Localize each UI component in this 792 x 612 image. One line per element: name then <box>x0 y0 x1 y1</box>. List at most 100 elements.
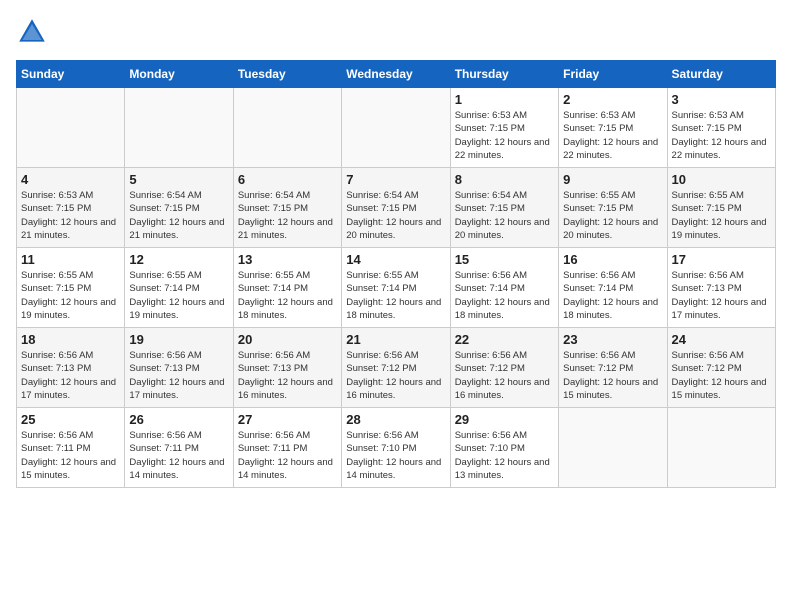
day-number: 23 <box>563 332 662 347</box>
day-info: Sunrise: 6:56 AMSunset: 7:14 PMDaylight:… <box>455 269 554 322</box>
day-number: 10 <box>672 172 771 187</box>
calendar-cell: 5 Sunrise: 6:54 AMSunset: 7:15 PMDaylight… <box>125 168 233 248</box>
calendar-cell: 3 Sunrise: 6:53 AMSunset: 7:15 PMDaylight… <box>667 88 775 168</box>
day-number: 6 <box>238 172 337 187</box>
day-number: 12 <box>129 252 228 267</box>
day-number: 3 <box>672 92 771 107</box>
calendar-cell: 19 Sunrise: 6:56 AMSunset: 7:13 PMDayligh… <box>125 328 233 408</box>
day-info: Sunrise: 6:56 AMSunset: 7:10 PMDaylight:… <box>455 429 554 482</box>
calendar-cell: 25 Sunrise: 6:56 AMSunset: 7:11 PMDayligh… <box>17 408 125 488</box>
day-info: Sunrise: 6:54 AMSunset: 7:15 PMDaylight:… <box>129 189 228 242</box>
column-header-friday: Friday <box>559 61 667 88</box>
day-info: Sunrise: 6:54 AMSunset: 7:15 PMDaylight:… <box>346 189 445 242</box>
day-info: Sunrise: 6:53 AMSunset: 7:15 PMDaylight:… <box>563 109 662 162</box>
calendar-cell: 15 Sunrise: 6:56 AMSunset: 7:14 PMDayligh… <box>450 248 558 328</box>
day-number: 18 <box>21 332 120 347</box>
day-number: 17 <box>672 252 771 267</box>
calendar-cell: 2 Sunrise: 6:53 AMSunset: 7:15 PMDaylight… <box>559 88 667 168</box>
day-number: 22 <box>455 332 554 347</box>
calendar-cell: 27 Sunrise: 6:56 AMSunset: 7:11 PMDayligh… <box>233 408 341 488</box>
day-number: 9 <box>563 172 662 187</box>
day-info: Sunrise: 6:55 AMSunset: 7:14 PMDaylight:… <box>238 269 337 322</box>
calendar-cell <box>125 88 233 168</box>
day-number: 20 <box>238 332 337 347</box>
column-header-tuesday: Tuesday <box>233 61 341 88</box>
day-info: Sunrise: 6:53 AMSunset: 7:15 PMDaylight:… <box>21 189 120 242</box>
day-number: 5 <box>129 172 228 187</box>
day-info: Sunrise: 6:56 AMSunset: 7:13 PMDaylight:… <box>21 349 120 402</box>
day-info: Sunrise: 6:53 AMSunset: 7:15 PMDaylight:… <box>455 109 554 162</box>
week-row-5: 25 Sunrise: 6:56 AMSunset: 7:11 PMDayligh… <box>17 408 776 488</box>
day-info: Sunrise: 6:56 AMSunset: 7:11 PMDaylight:… <box>21 429 120 482</box>
calendar-cell <box>342 88 450 168</box>
day-info: Sunrise: 6:56 AMSunset: 7:13 PMDaylight:… <box>672 269 771 322</box>
day-number: 1 <box>455 92 554 107</box>
day-number: 11 <box>21 252 120 267</box>
calendar-cell: 13 Sunrise: 6:55 AMSunset: 7:14 PMDayligh… <box>233 248 341 328</box>
column-header-saturday: Saturday <box>667 61 775 88</box>
day-info: Sunrise: 6:56 AMSunset: 7:11 PMDaylight:… <box>129 429 228 482</box>
calendar-cell: 29 Sunrise: 6:56 AMSunset: 7:10 PMDayligh… <box>450 408 558 488</box>
logo <box>16 16 52 48</box>
day-info: Sunrise: 6:55 AMSunset: 7:15 PMDaylight:… <box>21 269 120 322</box>
day-number: 4 <box>21 172 120 187</box>
day-info: Sunrise: 6:56 AMSunset: 7:12 PMDaylight:… <box>455 349 554 402</box>
calendar-cell: 26 Sunrise: 6:56 AMSunset: 7:11 PMDayligh… <box>125 408 233 488</box>
day-info: Sunrise: 6:55 AMSunset: 7:15 PMDaylight:… <box>563 189 662 242</box>
calendar-cell: 9 Sunrise: 6:55 AMSunset: 7:15 PMDaylight… <box>559 168 667 248</box>
day-info: Sunrise: 6:55 AMSunset: 7:14 PMDaylight:… <box>129 269 228 322</box>
calendar-cell: 20 Sunrise: 6:56 AMSunset: 7:13 PMDayligh… <box>233 328 341 408</box>
calendar-cell: 28Sunrise: 6:56 AMSunset: 7:10 PMDayligh… <box>342 408 450 488</box>
day-info: Sunrise: 6:56 AMSunset: 7:13 PMDaylight:… <box>238 349 337 402</box>
calendar-cell: 18 Sunrise: 6:56 AMSunset: 7:13 PMDayligh… <box>17 328 125 408</box>
day-info: Sunrise: 6:56 AMSunset: 7:12 PMDaylight:… <box>672 349 771 402</box>
week-row-4: 18 Sunrise: 6:56 AMSunset: 7:13 PMDayligh… <box>17 328 776 408</box>
calendar-cell <box>559 408 667 488</box>
calendar-cell: 8 Sunrise: 6:54 AMSunset: 7:15 PMDaylight… <box>450 168 558 248</box>
column-header-thursday: Thursday <box>450 61 558 88</box>
day-number: 8 <box>455 172 554 187</box>
calendar-cell: 11 Sunrise: 6:55 AMSunset: 7:15 PMDayligh… <box>17 248 125 328</box>
day-number: 26 <box>129 412 228 427</box>
day-info: Sunrise: 6:56 AMSunset: 7:11 PMDaylight:… <box>238 429 337 482</box>
day-number: 19 <box>129 332 228 347</box>
day-info: Sunrise: 6:56 AMSunset: 7:10 PMDaylight:… <box>346 429 445 482</box>
day-number: 24 <box>672 332 771 347</box>
calendar-cell: 14 Sunrise: 6:55 AMSunset: 7:14 PMDayligh… <box>342 248 450 328</box>
column-header-monday: Monday <box>125 61 233 88</box>
week-row-2: 4 Sunrise: 6:53 AMSunset: 7:15 PMDaylight… <box>17 168 776 248</box>
column-header-sunday: Sunday <box>17 61 125 88</box>
calendar-cell: 24 Sunrise: 6:56 AMSunset: 7:12 PMDayligh… <box>667 328 775 408</box>
day-number: 15 <box>455 252 554 267</box>
day-number: 21 <box>346 332 445 347</box>
day-number: 25 <box>21 412 120 427</box>
day-info: Sunrise: 6:55 AMSunset: 7:15 PMDaylight:… <box>672 189 771 242</box>
logo-icon <box>16 16 48 48</box>
calendar-cell: 16Sunrise: 6:56 AMSunset: 7:14 PMDayligh… <box>559 248 667 328</box>
day-number: 13 <box>238 252 337 267</box>
calendar-header-row: SundayMondayTuesdayWednesdayThursdayFrid… <box>17 61 776 88</box>
calendar-cell <box>17 88 125 168</box>
day-number: 2 <box>563 92 662 107</box>
day-info: Sunrise: 6:56 AMSunset: 7:13 PMDaylight:… <box>129 349 228 402</box>
calendar-cell <box>667 408 775 488</box>
calendar-cell: 23Sunrise: 6:56 AMSunset: 7:12 PMDayligh… <box>559 328 667 408</box>
day-info: Sunrise: 6:54 AMSunset: 7:15 PMDaylight:… <box>238 189 337 242</box>
day-number: 27 <box>238 412 337 427</box>
calendar-table: SundayMondayTuesdayWednesdayThursdayFrid… <box>16 60 776 488</box>
calendar-cell: 12 Sunrise: 6:55 AMSunset: 7:14 PMDayligh… <box>125 248 233 328</box>
day-info: Sunrise: 6:55 AMSunset: 7:14 PMDaylight:… <box>346 269 445 322</box>
day-info: Sunrise: 6:54 AMSunset: 7:15 PMDaylight:… <box>455 189 554 242</box>
column-header-wednesday: Wednesday <box>342 61 450 88</box>
day-number: 29 <box>455 412 554 427</box>
calendar-cell: 1 Sunrise: 6:53 AMSunset: 7:15 PMDaylight… <box>450 88 558 168</box>
day-info: Sunrise: 6:53 AMSunset: 7:15 PMDaylight:… <box>672 109 771 162</box>
week-row-1: 1 Sunrise: 6:53 AMSunset: 7:15 PMDaylight… <box>17 88 776 168</box>
calendar-cell: 17 Sunrise: 6:56 AMSunset: 7:13 PMDayligh… <box>667 248 775 328</box>
calendar-cell: 10 Sunrise: 6:55 AMSunset: 7:15 PMDayligh… <box>667 168 775 248</box>
calendar-cell: 22 Sunrise: 6:56 AMSunset: 7:12 PMDayligh… <box>450 328 558 408</box>
calendar-cell: 4 Sunrise: 6:53 AMSunset: 7:15 PMDaylight… <box>17 168 125 248</box>
day-number: 7 <box>346 172 445 187</box>
day-number: 14 <box>346 252 445 267</box>
calendar-cell: 6 Sunrise: 6:54 AMSunset: 7:15 PMDaylight… <box>233 168 341 248</box>
